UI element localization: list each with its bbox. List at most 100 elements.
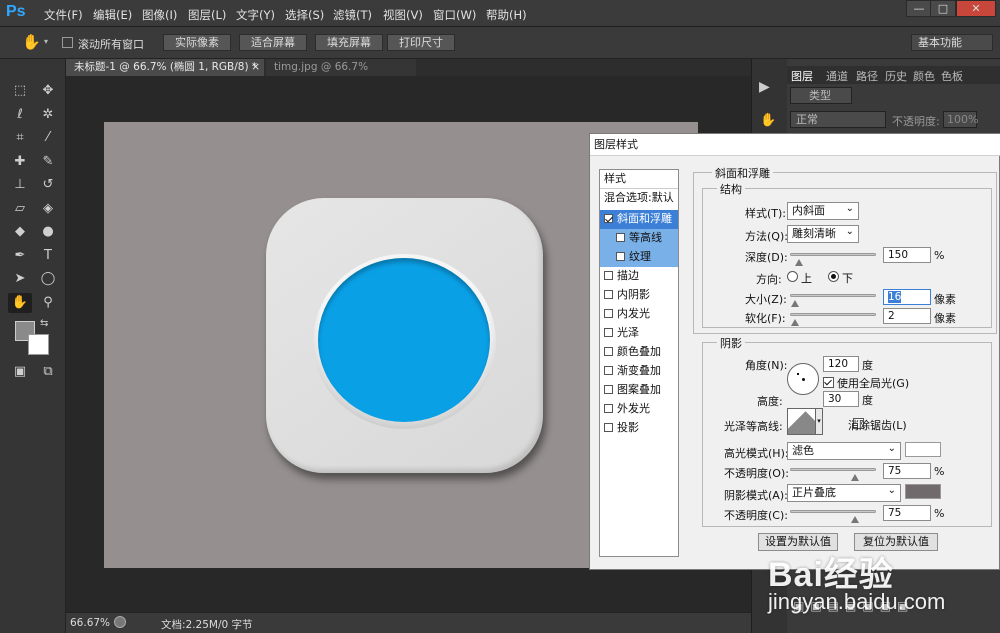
crop-tool-icon[interactable]: ⌗ [8,128,32,148]
hand-tool-icon[interactable]: ✋ [8,293,32,313]
healing-brush-icon[interactable]: ✚ [8,152,32,172]
scroll-all-checkbox[interactable] [62,37,73,48]
tab-untitled[interactable]: 未标题-1 @ 66.7% (椭圆 1, RGB/8) * × [66,59,264,76]
global-light-checkbox[interactable] [823,377,834,388]
paint-bucket-icon[interactable]: ◈ [36,199,60,219]
bevel-style-dropdown[interactable]: 内斜面 [787,201,859,220]
lasso-tool-icon[interactable]: ℓ [8,105,32,125]
tab-timg[interactable]: timg.jpg @ 66.7%(RGB/8#) × [266,59,416,89]
style-item-gradient-overlay[interactable]: 渐变叠加 [600,362,678,381]
menu-layer[interactable]: 图层(L) [188,7,226,23]
angle-dial[interactable] [787,363,819,395]
quick-mask-icon[interactable]: ▣ [8,362,32,382]
hand-tool-icon[interactable]: ✋ [22,33,41,51]
marquee-tool-icon[interactable]: ⬚ [8,81,32,101]
close-button[interactable]: ✕ [956,0,996,17]
menu-filter[interactable]: 滤镜(T) [333,7,372,23]
menu-window[interactable]: 窗口(W) [433,7,476,23]
style-item-inner-glow[interactable]: 内发光 [600,305,678,324]
shadow-opacity-slider[interactable] [790,510,876,513]
shadow-color-swatch[interactable] [905,484,941,499]
tool-preset-chevron-icon[interactable]: ▾ [44,37,48,46]
style-item-bevel[interactable]: 斜面和浮雕 [600,210,678,229]
zoom-tool-icon[interactable]: ⚲ [36,293,60,313]
tab-history[interactable]: 历史 [885,68,907,84]
ellipse-tool-icon[interactable]: ◯ [36,269,60,289]
soften-thumb[interactable] [791,319,800,326]
highlight-opacity-thumb[interactable] [850,474,859,481]
styles-header[interactable]: 样式 [600,170,678,189]
shadow-opacity-input[interactable]: 75 [883,505,931,521]
soften-slider[interactable] [790,313,876,316]
play-action-icon[interactable]: ▶ [759,79,770,95]
style-item-color-overlay[interactable]: 颜色叠加 [600,343,678,362]
direction-up-radio[interactable] [787,271,798,282]
size-thumb[interactable] [791,300,800,307]
fill-screen-button[interactable]: 填充屏幕 [315,34,383,51]
workspace-dropdown[interactable]: 基本功能 [911,34,993,51]
menu-select[interactable]: 选择(S) [285,7,324,23]
blend-mode-dropdown[interactable]: 正常 [790,111,886,128]
magic-wand-icon[interactable]: ✲ [36,105,60,125]
depth-slider[interactable] [790,253,876,256]
print-size-button[interactable]: 打印尺寸 [387,34,455,51]
depth-thumb[interactable] [794,259,803,266]
size-slider[interactable] [790,294,876,297]
menu-view[interactable]: 视图(V) [383,7,423,23]
pen-tool-icon[interactable]: ✒ [8,246,32,266]
tab-swatches[interactable]: 色板 [941,68,963,84]
menu-edit[interactable]: 编辑(E) [93,7,132,23]
menu-image[interactable]: 图像(I) [142,7,177,23]
maximize-button[interactable]: □ [930,0,956,17]
tab-layers[interactable]: 图层 [791,68,813,84]
zoom-level[interactable]: 66.67% [70,617,110,629]
gloss-contour-dropdown-icon[interactable]: ▾ [815,408,823,435]
highlight-opacity-slider[interactable] [790,468,876,471]
angle-input[interactable]: 120 [823,356,859,372]
style-item-texture[interactable]: 纹理 [600,248,678,267]
actual-pixels-button[interactable]: 实际像素 [163,34,231,51]
style-item-contour[interactable]: 等高线 [600,229,678,248]
eraser-tool-icon[interactable]: ▱ [8,199,32,219]
shadow-mode-dropdown[interactable]: 正片叠底 [787,483,901,502]
soften-input[interactable]: 2 [883,308,931,324]
type-tool-icon[interactable]: T [36,246,60,266]
gloss-contour-preview[interactable] [787,408,816,435]
style-item-satin[interactable]: 光泽 [600,324,678,343]
tab-paths[interactable]: 路径 [856,68,878,84]
altitude-input[interactable]: 30 [823,391,859,407]
brush-tool-icon[interactable]: ✎ [36,152,60,172]
highlight-mode-dropdown[interactable]: 滤色 [787,441,901,460]
style-item-inner-shadow[interactable]: 内阴影 [600,286,678,305]
dodge-tool-icon[interactable]: ● [36,222,60,242]
style-item-outer-glow[interactable]: 外发光 [600,400,678,419]
depth-input[interactable]: 150 [883,247,931,263]
menu-help[interactable]: 帮助(H) [486,7,527,23]
path-select-icon[interactable]: ➤ [8,269,32,289]
background-color-swatch[interactable] [28,334,49,355]
tab-channels[interactable]: 通道 [826,68,848,84]
close-icon[interactable]: × [251,59,260,75]
fit-screen-button[interactable]: 适合屏幕 [239,34,307,51]
style-item-pattern-overlay[interactable]: 图案叠加 [600,381,678,400]
stamp-tool-icon[interactable]: ⊥ [8,175,32,195]
size-input[interactable]: 16 [883,289,931,305]
layer-filter-dropdown[interactable]: 类型 [790,87,852,104]
highlight-color-swatch[interactable] [905,442,941,457]
history-brush-icon[interactable]: ↺ [36,175,60,195]
style-item-stroke[interactable]: 描边 [600,267,678,286]
highlight-opacity-input[interactable]: 75 [883,463,931,479]
opacity-input[interactable]: 100% [943,111,978,128]
tool-preset-icon[interactable]: ✋ [760,113,776,128]
status-info-icon[interactable] [114,616,126,628]
blur-tool-icon[interactable]: ◆ [8,222,32,242]
eyedropper-icon[interactable]: ⁄ [36,128,60,148]
shadow-opacity-thumb[interactable] [850,516,859,523]
move-tool-icon[interactable]: ✥ [36,81,60,101]
direction-down-radio[interactable] [828,271,839,282]
blend-options-item[interactable]: 混合选项:默认 [600,189,678,208]
menu-type[interactable]: 文字(Y) [236,7,275,23]
swap-colors-icon[interactable]: ⇆ [40,318,48,329]
technique-dropdown[interactable]: 雕刻清晰 [787,224,859,243]
style-item-drop-shadow[interactable]: 投影 [600,419,678,438]
